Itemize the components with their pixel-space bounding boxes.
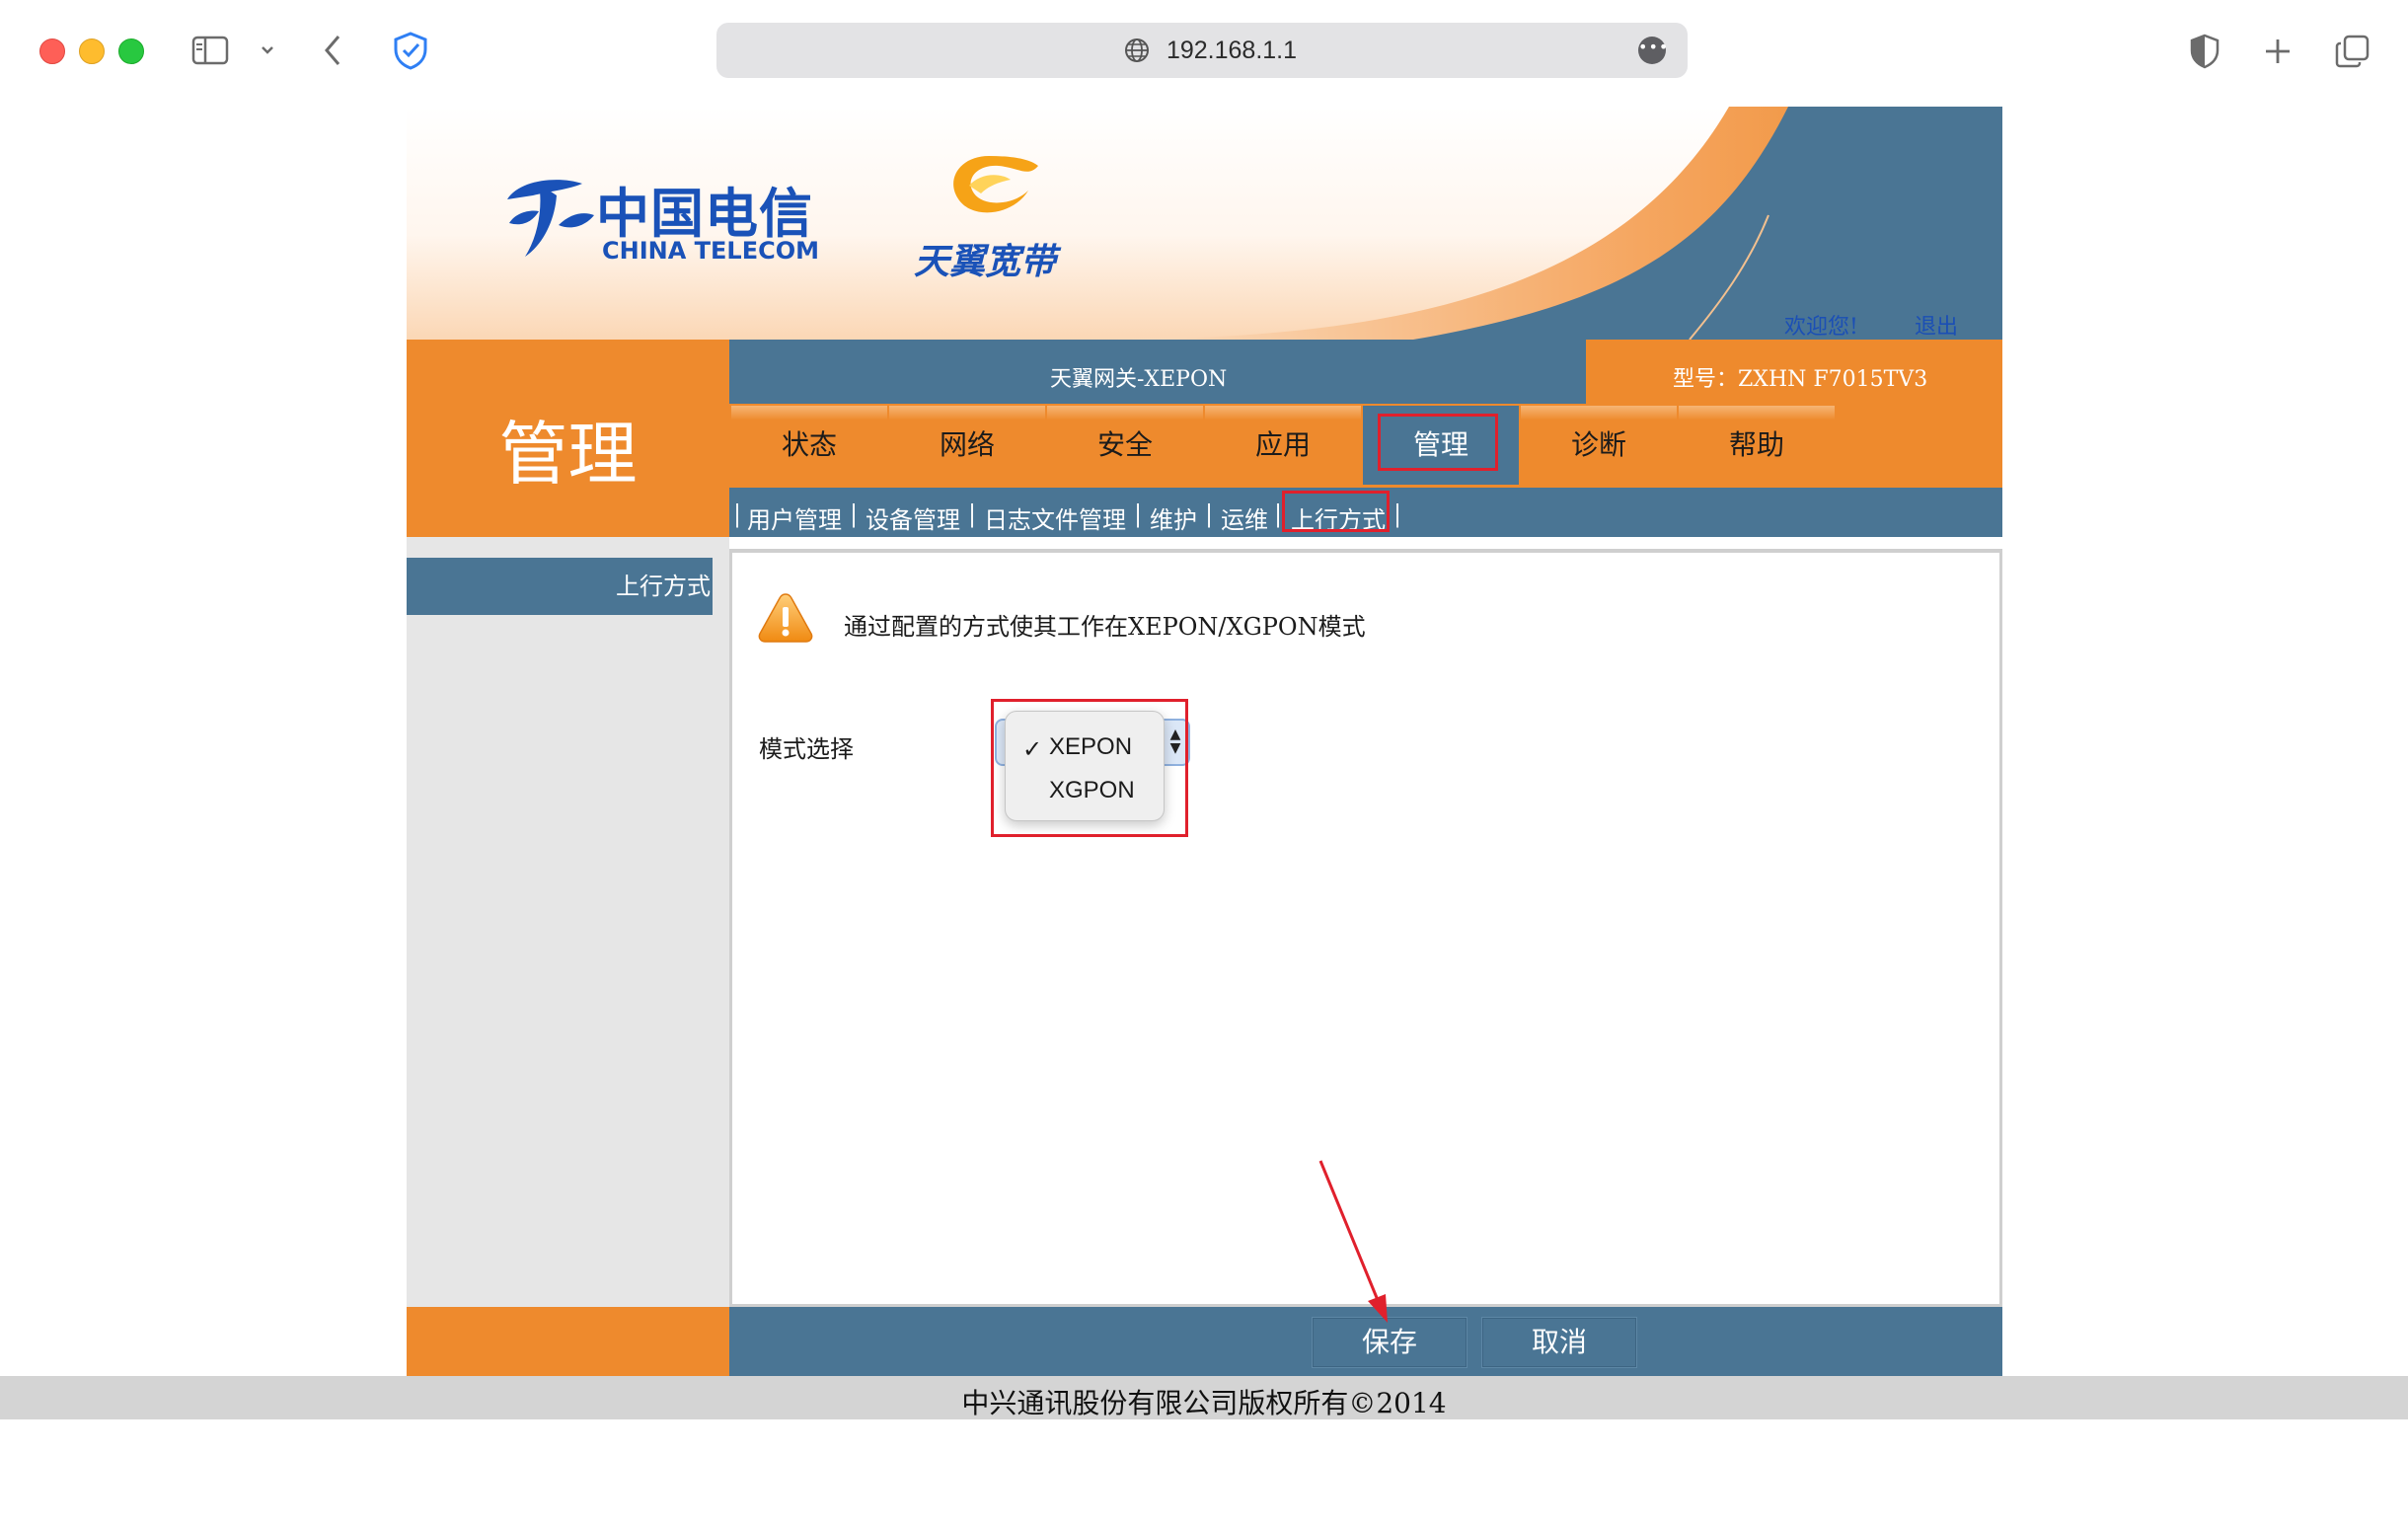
cancel-button[interactable]: 取消	[1481, 1317, 1637, 1368]
subnav-log-management[interactable]: 日志文件管理	[984, 500, 1126, 535]
subnav-operations[interactable]: 运维	[1221, 500, 1268, 535]
mode-select-label: 模式选择	[759, 735, 854, 763]
more-options-icon[interactable]: •••	[1638, 37, 1668, 64]
tab-label: 网络	[939, 428, 995, 461]
sub-separator: |	[1205, 500, 1214, 528]
subnav-user-management[interactable]: 用户管理	[747, 500, 842, 535]
tab-label: 状态	[781, 428, 837, 461]
sidebar-item-label: 上行方式	[616, 573, 711, 600]
tab-label: 安全	[1096, 428, 1153, 461]
tab-overview-icon[interactable]	[2333, 32, 2372, 71]
tab-network[interactable]: 网络	[889, 406, 1045, 485]
sub-separator: |	[850, 500, 859, 528]
tab-diagnostics[interactable]: 诊断	[1521, 406, 1677, 485]
shield-check-icon[interactable]	[391, 30, 430, 71]
new-tab-plus-icon[interactable]	[2260, 34, 2295, 69]
tab-help[interactable]: 帮助	[1679, 406, 1835, 485]
minimize-window-button[interactable]	[79, 38, 105, 64]
chevron-down-icon[interactable]	[257, 39, 278, 61]
tab-security[interactable]: 安全	[1047, 406, 1203, 485]
privacy-shield-icon[interactable]	[2187, 32, 2222, 71]
back-arrow-icon[interactable]	[318, 32, 347, 69]
banner: 中国电信 CHINA TELECOM 天翼宽带 欢迎您! 退出	[407, 107, 2002, 340]
section-title: 管理	[498, 414, 638, 495]
china-telecom-logo: 中国电信 CHINA TELECOM	[499, 166, 835, 265]
tab-application[interactable]: 应用	[1205, 406, 1361, 485]
telecom-emblem-icon	[507, 180, 594, 257]
zoom-window-button[interactable]	[118, 38, 144, 64]
tab-label: 帮助	[1728, 428, 1784, 461]
copyright-text: 中兴通讯股份有限公司版权所有©2014	[961, 1387, 1447, 1419]
address-bar[interactable]: 192.168.1.1 •••	[716, 23, 1688, 78]
subnav-maintenance[interactable]: 维护	[1150, 500, 1197, 535]
close-window-button[interactable]	[39, 38, 65, 64]
save-button[interactable]: 保存	[1312, 1317, 1467, 1368]
tab-management[interactable]: 管理	[1363, 406, 1519, 485]
logo-en-text: CHINA TELECOM	[602, 237, 819, 265]
bottom-bar-left	[407, 1307, 729, 1376]
subnav-highlight-box	[1282, 491, 1390, 532]
tab-label: 诊断	[1570, 428, 1626, 461]
tab-status[interactable]: 状态	[731, 406, 887, 485]
left-sidebar	[407, 537, 729, 1307]
sub-separator: |	[968, 500, 977, 528]
warning-icon	[756, 590, 815, 646]
sub-separator: |	[1393, 500, 1402, 528]
welcome-text: 欢迎您!	[1784, 315, 1858, 340]
url-text: 192.168.1.1	[1166, 37, 1298, 64]
tab-label: 应用	[1254, 428, 1311, 461]
sub-separator: |	[733, 500, 742, 528]
footer: 中兴通讯股份有限公司版权所有©2014	[0, 1376, 2408, 1419]
dropdown-highlight-box	[991, 699, 1188, 837]
model-text: 型号：ZXHN F7015TV3	[1673, 367, 1928, 392]
browser-toolbar: 192.168.1.1 •••	[0, 0, 2408, 103]
brand-sub-text: 天翼宽带	[914, 242, 1057, 282]
sub-separator: |	[1134, 500, 1143, 528]
router-admin-page: 中国电信 CHINA TELECOM 天翼宽带 欢迎您! 退出 管理 天翼网关-…	[0, 103, 2408, 1530]
sidebar-item-uplink-mode[interactable]: 上行方式	[407, 558, 713, 615]
content-panel	[729, 549, 2002, 1307]
sub-separator: |	[1274, 500, 1283, 528]
tianyi-broadband-logo: 天翼宽带	[908, 146, 1086, 284]
gateway-name: 天翼网关-XEPON	[1050, 367, 1228, 392]
notice-text: 通过配置的方式使其工作在XEPON/XGPON模式	[844, 613, 1366, 641]
subnav-device-management[interactable]: 设备管理	[865, 500, 960, 535]
tianyi-swirl-icon	[953, 156, 1038, 213]
sidebar-toggle-icon[interactable]	[191, 36, 231, 65]
logout-link[interactable]: 退出	[1915, 309, 1958, 340]
tab-highlight-box	[1378, 414, 1498, 471]
section-header-block: 管理	[407, 340, 729, 537]
